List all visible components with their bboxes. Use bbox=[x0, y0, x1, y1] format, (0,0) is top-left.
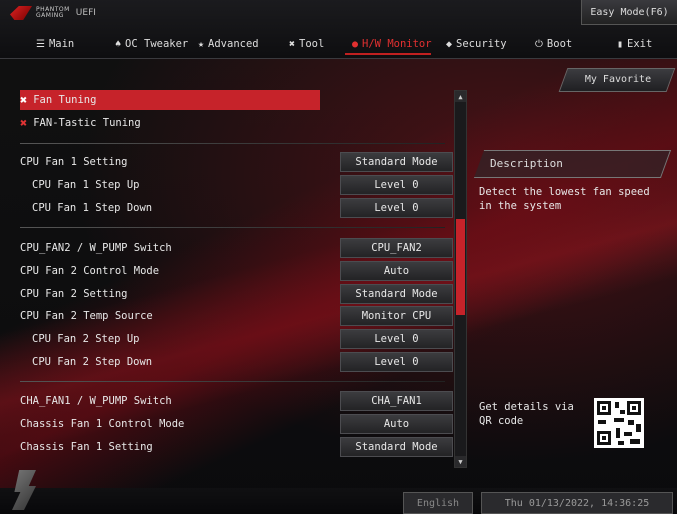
divider bbox=[20, 381, 445, 382]
setting-value[interactable]: Level 0 bbox=[340, 352, 453, 372]
tab-tool[interactable]: ✖ Tool bbox=[289, 33, 324, 55]
setting-value[interactable]: Level 0 bbox=[340, 198, 453, 218]
fan-tuning-label: Fan Tuning bbox=[33, 94, 97, 106]
description-title: Description bbox=[490, 157, 563, 170]
setting-value[interactable]: Standard Mode bbox=[340, 152, 453, 172]
tab-boot[interactable]: ⏻ Boot bbox=[535, 33, 572, 55]
setting-label: CPU Fan 2 Control Mode bbox=[20, 265, 160, 277]
setting-label: CPU Fan 1 Step Down bbox=[32, 202, 153, 214]
setting-value[interactable]: Level 0 bbox=[340, 175, 453, 195]
setting-row[interactable]: CPU Fan 1 Setting Standard Mode bbox=[20, 152, 453, 172]
setting-row[interactable]: CPU Fan 1 Step Down Level 0 bbox=[20, 198, 453, 218]
qr-code-icon bbox=[594, 398, 644, 448]
setting-label: Chassis Fan 1 Control Mode bbox=[20, 418, 185, 430]
setting-value[interactable]: Standard Mode bbox=[340, 284, 453, 304]
easy-mode-button[interactable]: Easy Mode(F6) bbox=[581, 0, 677, 25]
setting-row[interactable]: CPU Fan 2 Temp Source Monitor CPU bbox=[20, 306, 453, 326]
tab-main[interactable]: ☰ Main bbox=[36, 33, 74, 55]
setting-value[interactable]: Auto bbox=[340, 414, 453, 434]
setting-row[interactable]: CPU_FAN2 / W_PUMP Switch CPU_FAN2 bbox=[20, 238, 453, 258]
setting-label: CPU Fan 2 Step Up bbox=[32, 333, 140, 345]
tab-label: Exit bbox=[627, 38, 653, 50]
tab-advanced[interactable]: ★ Advanced bbox=[198, 33, 259, 55]
setting-label: Chassis Fan 1 Setting bbox=[20, 441, 153, 453]
setting-row[interactable]: Chassis Fan 1 Control Mode Auto bbox=[20, 414, 453, 434]
brand-line2: GAMING bbox=[36, 12, 64, 19]
power-icon: ⏻ bbox=[535, 38, 543, 50]
language-button[interactable]: English bbox=[403, 492, 473, 514]
setting-row[interactable]: CPU Fan 2 Step Down Level 0 bbox=[20, 352, 453, 372]
scrollbar-thumb[interactable] bbox=[456, 219, 465, 315]
setting-value[interactable]: Level 0 bbox=[340, 329, 453, 349]
settings-list: ✖ Fan Tuning ✖ FAN-Tastic Tuning CPU Fan… bbox=[14, 88, 454, 460]
top-bar: PHANTOM GAMING UEFI Easy Mode(F6) ☰ Main… bbox=[0, 0, 677, 59]
tab-label: OC Tweaker bbox=[125, 38, 189, 50]
setting-label: CPU Fan 1 Step Up bbox=[32, 179, 140, 191]
scroll-up-icon[interactable]: ▲ bbox=[455, 91, 466, 102]
fantastic-tuning-item[interactable]: ✖ FAN-Tastic Tuning bbox=[20, 113, 445, 133]
setting-label: CHA_FAN1 / W_PUMP Switch bbox=[20, 395, 172, 407]
wrench-icon: ✖ bbox=[20, 93, 28, 107]
tab-label: H/W Monitor bbox=[362, 38, 432, 50]
star-icon: ★ bbox=[198, 38, 205, 50]
setting-value[interactable]: Standard Mode bbox=[340, 437, 453, 457]
setting-row[interactable]: CHA_FAN1 / W_PUMP Switch CHA_FAN1 bbox=[20, 391, 453, 411]
settings-scrollbar[interactable]: ▲ ▼ bbox=[454, 90, 467, 468]
rocket-icon: ♠ bbox=[115, 38, 122, 50]
tab-label: Tool bbox=[299, 38, 325, 50]
setting-label: CPU_FAN2 / W_PUMP Switch bbox=[20, 242, 172, 254]
active-tab-indicator bbox=[345, 53, 431, 55]
qr-caption: Get details via QR code bbox=[479, 401, 574, 427]
setting-value[interactable]: Monitor CPU bbox=[340, 306, 453, 326]
fantastic-tuning-label: FAN-Tastic Tuning bbox=[33, 117, 141, 129]
description-text: Detect the lowest fan speed in the syste… bbox=[479, 186, 650, 212]
list-icon: ☰ bbox=[36, 38, 45, 50]
setting-label: CPU Fan 2 Step Down bbox=[32, 356, 153, 368]
tab-label: Main bbox=[48, 38, 75, 50]
my-favorite-button[interactable]: My Favorite bbox=[563, 68, 673, 90]
tab-security[interactable]: ◆ Security bbox=[446, 33, 507, 55]
setting-row[interactable]: CPU Fan 2 Setting Standard Mode bbox=[20, 284, 453, 304]
exit-icon: ▮ bbox=[617, 38, 624, 50]
shield-icon: ◆ bbox=[446, 38, 453, 50]
tab-label: Advanced bbox=[208, 38, 259, 50]
setting-value[interactable]: Auto bbox=[340, 261, 453, 281]
setting-label: CPU Fan 1 Setting bbox=[20, 156, 128, 168]
fan-tuning-item[interactable]: ✖ Fan Tuning bbox=[20, 90, 320, 110]
setting-value[interactable]: CPU_FAN2 bbox=[340, 238, 453, 258]
phantom-logo-icon bbox=[10, 6, 32, 20]
tools-icon: ✖ bbox=[289, 38, 296, 50]
setting-row[interactable]: CPU Fan 2 Control Mode Auto bbox=[20, 261, 453, 281]
brand-logo: PHANTOM GAMING UEFI bbox=[10, 6, 96, 20]
setting-label: CPU Fan 2 Setting bbox=[20, 288, 128, 300]
wrench-icon: ✖ bbox=[20, 116, 28, 130]
tab-hw-monitor[interactable]: ● H/W Monitor bbox=[352, 33, 432, 55]
divider bbox=[20, 227, 445, 228]
setting-value[interactable]: CHA_FAN1 bbox=[340, 391, 453, 411]
tab-oc-tweaker[interactable]: ♠ OC Tweaker bbox=[115, 33, 188, 55]
setting-row[interactable]: CPU Fan 1 Step Up Level 0 bbox=[20, 175, 453, 195]
setting-row[interactable]: CPU Fan 2 Step Up Level 0 bbox=[20, 329, 453, 349]
tab-label: Boot bbox=[546, 38, 573, 50]
monitor-icon: ● bbox=[352, 38, 359, 50]
tab-exit[interactable]: ▮ Exit bbox=[617, 33, 652, 55]
brand-uefi: UEFI bbox=[75, 8, 96, 18]
setting-row[interactable]: Chassis Fan 1 Setting Standard Mode bbox=[20, 437, 453, 457]
main-tabs: ☰ Main ♠ OC Tweaker ★ Advanced ✖ Tool ● … bbox=[0, 33, 677, 55]
divider bbox=[20, 143, 445, 144]
datetime-display: Thu 01/13/2022, 14:36:25 bbox=[481, 492, 673, 514]
scroll-down-icon[interactable]: ▼ bbox=[455, 456, 466, 467]
tab-label: Security bbox=[456, 38, 507, 50]
setting-label: CPU Fan 2 Temp Source bbox=[20, 310, 153, 322]
